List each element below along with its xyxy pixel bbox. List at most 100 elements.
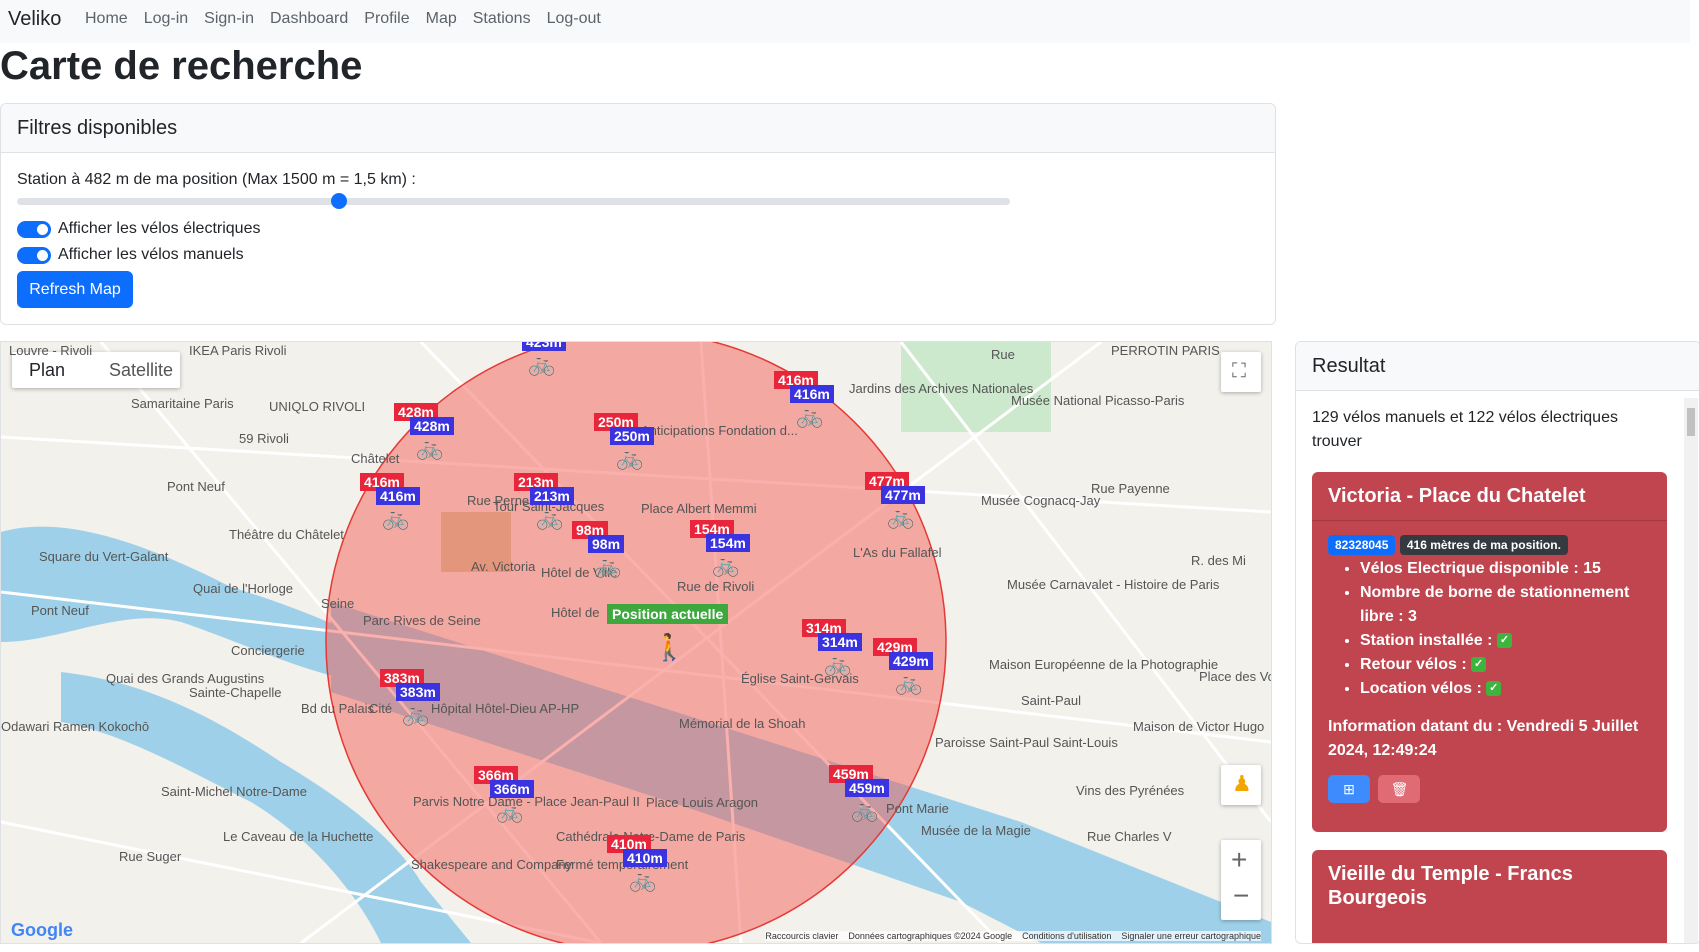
place-label: Musée de la Magie	[921, 823, 1031, 838]
station-marker[interactable]: 383m 383m 🚲	[380, 669, 490, 729]
bike-icon: 🚲	[616, 445, 644, 470]
range-label: Station à 482 m de ma position (Max 1500…	[17, 171, 416, 188]
nav-profile[interactable]: Profile	[364, 10, 409, 28]
distance-slider-thumb[interactable]	[330, 193, 347, 209]
place-label: 59 Rivoli	[239, 431, 289, 446]
result-scrollbar[interactable]	[1684, 398, 1698, 943]
place-label: Square du Vert-Galant	[39, 549, 169, 564]
google-logo: Google	[11, 920, 73, 940]
bike-icon: 🚲	[712, 552, 740, 577]
station-marker[interactable]: 98m 98m 🚲	[572, 521, 682, 581]
add-favorite-button[interactable]: ⊞	[1328, 775, 1370, 803]
manual-marker-label: 314m	[818, 633, 862, 651]
station-marker[interactable]: 423m423m🚲	[506, 342, 616, 379]
navbar: Veliko Home Log-in Sign-in Dashboard Pro…	[0, 0, 1690, 43]
check-icon: ✓	[1496, 633, 1512, 649]
bike-icon: 🚲	[496, 798, 524, 823]
place-label: Parc Rives de Seine	[363, 613, 481, 628]
station-electric-count: Vélos Electrique disponible : 15	[1360, 557, 1651, 581]
map[interactable]: Plan Satellite ⛶ ♟ + − Google Position a…	[0, 341, 1272, 944]
station-marker[interactable]: 416m 416m 🚲	[360, 473, 470, 533]
plan-button[interactable]: Plan	[29, 360, 65, 381]
street-view-pegman[interactable]: ♟	[1221, 765, 1261, 805]
station-body: 82328045 416 mètres de ma position. Vélo…	[1312, 521, 1667, 803]
brand[interactable]: Veliko	[8, 8, 61, 31]
manual-toggle[interactable]	[17, 247, 51, 264]
place-label: Pont Neuf	[167, 479, 225, 494]
place-label: Quai de l'Horloge	[193, 581, 294, 596]
manual-marker-label: 428m	[410, 417, 454, 435]
place-label: Samaritaine Paris	[131, 396, 234, 411]
place-label: Place des Vosges	[1199, 669, 1271, 684]
report-error-link[interactable]: Signaler une erreur cartographique	[1121, 931, 1261, 941]
place-label: Place Louis Aragon	[646, 795, 759, 810]
station-marker[interactable]: 366m 366m 🚲	[474, 766, 584, 826]
place-label: Pont Neuf	[31, 603, 89, 618]
electric-toggle[interactable]	[17, 221, 51, 238]
nav-signin[interactable]: Sign-in	[204, 10, 254, 28]
station-card: Vieille du Temple - Francs Bourgeois	[1312, 850, 1667, 943]
nav-stations[interactable]: Stations	[473, 10, 531, 28]
station-installed: Station installée : ✓	[1360, 629, 1651, 653]
plus-square-icon: ⊞	[1343, 781, 1355, 797]
bike-icon: 🚲	[382, 505, 410, 530]
zoom-in-button[interactable]: +	[1231, 844, 1247, 876]
bike-icon: 🚲	[536, 505, 564, 530]
manual-marker-label: 98m	[588, 535, 625, 553]
place-label: Musée National Picasso-Paris	[1011, 393, 1185, 408]
place-label: Musée Carnavalet - Histoire de Paris	[1007, 577, 1220, 592]
station-marker[interactable]: 416m 416m 🚲	[774, 371, 884, 431]
map-footer: Raccourcis clavier Données cartographiqu…	[765, 931, 1261, 941]
station-marker[interactable]: 410m 410m 🚲	[607, 835, 717, 895]
scrollbar-thumb[interactable]	[1687, 408, 1695, 436]
place-label: UNIQLO RIVOLI	[269, 399, 366, 414]
nav-home[interactable]: Home	[85, 10, 128, 28]
manual-marker-label: 410m	[623, 849, 667, 867]
result-summary: 129 vélos manuels et 122 vélos électriqu…	[1312, 409, 1618, 450]
bike-icon: 🚲	[629, 867, 657, 892]
manual-marker-label: 416m	[376, 487, 420, 505]
station-marker[interactable]: 477m 477m 🚲	[865, 472, 975, 532]
zoom-out-button[interactable]: −	[1233, 880, 1249, 912]
nav-login[interactable]: Log-in	[144, 10, 188, 28]
place-label: Hôtel de	[551, 605, 600, 620]
place-label: R. des Mi	[1191, 553, 1246, 568]
place-label: Conciergerie	[231, 643, 305, 658]
pegman-icon: ♟	[1232, 771, 1252, 796]
bike-icon: 🚲	[402, 701, 430, 726]
place-label: Vins des Pyrénées	[1076, 783, 1185, 798]
place-label: Maison de Victor Hugo	[1133, 719, 1265, 734]
place-label: Place Albert Memmi	[641, 501, 757, 516]
keyboard-shortcuts-link[interactable]: Raccourcis clavier	[765, 931, 838, 941]
station-name: Vieille du Temple - Francs Bourgeois	[1328, 863, 1573, 909]
nav-dashboard[interactable]: Dashboard	[270, 10, 348, 28]
station-marker[interactable]: 459m 459m 🚲	[829, 765, 939, 825]
bike-icon: 🚲	[851, 797, 879, 822]
station-free-docks: Nombre de borne de stationnement libre :…	[1360, 581, 1651, 629]
terms-link[interactable]: Conditions d'utilisation	[1022, 931, 1111, 941]
distance-slider-track[interactable]	[17, 198, 1010, 205]
satellite-button[interactable]: Satellite	[109, 360, 173, 381]
refresh-map-button[interactable]: Refresh Map	[17, 271, 133, 308]
fullscreen-button[interactable]: ⛶	[1221, 352, 1261, 392]
place-label: IKEA Paris Rivoli	[189, 343, 287, 358]
nav-map[interactable]: Map	[426, 10, 457, 28]
station-distance-badge: 416 mètres de ma position.	[1399, 535, 1568, 555]
nav-links: Home Log-in Sign-in Dashboard Profile Ma…	[85, 10, 617, 28]
delete-button[interactable]: 🗑	[1378, 775, 1421, 803]
place-label: Bd du Palais	[301, 701, 374, 716]
nav-logout[interactable]: Log-out	[547, 10, 601, 28]
place-label: Musée Cognacq-Jay	[981, 493, 1101, 508]
station-marker[interactable]: 429m 429m 🚲	[873, 638, 983, 698]
place-label: Le Caveau de la Huchette	[223, 829, 374, 844]
station-marker[interactable]: 154m 154m 🚲	[690, 520, 800, 580]
station-marker[interactable]: 428m 428m 🚲	[394, 403, 504, 463]
manual-marker-label: 366m	[490, 780, 534, 798]
bike-icon: 🚲	[528, 351, 556, 376]
station-return: Retour vélos : ✓	[1360, 653, 1651, 677]
trash-icon: 🗑	[1390, 781, 1409, 797]
position-label: Position actuelle	[607, 604, 729, 624]
station-marker[interactable]: 250m 250m 🚲	[594, 413, 704, 473]
bike-icon: 🚲	[796, 403, 824, 428]
station-id-badge: 82328045	[1328, 535, 1396, 555]
